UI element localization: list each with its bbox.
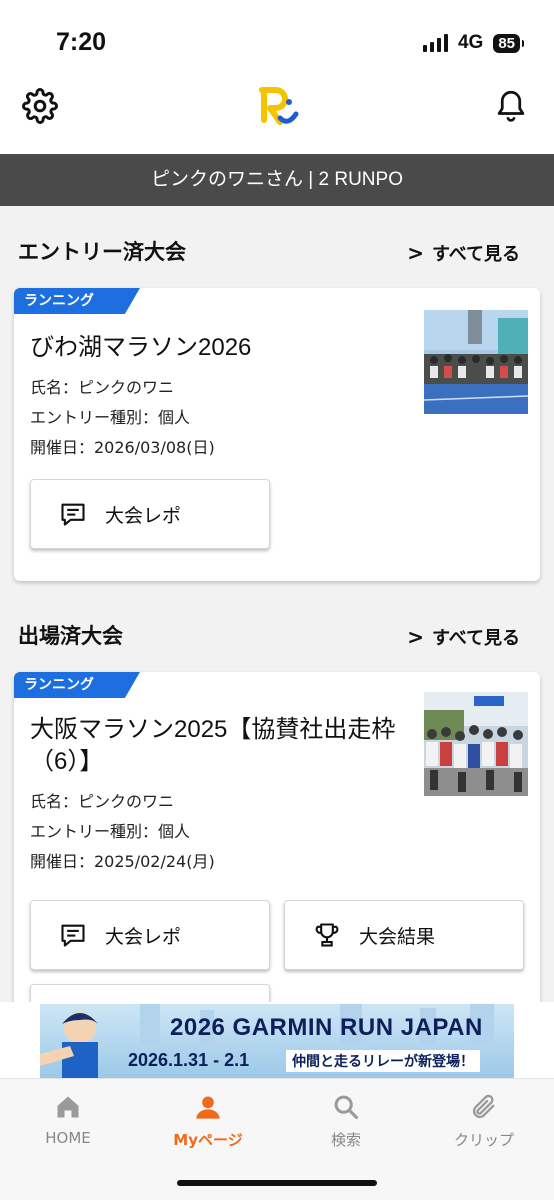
ad-banner-image[interactable]: 2026 GARMIN RUN JAPAN 2026.1.31 - 2.1 仲間… <box>40 1004 514 1078</box>
entry-event-card[interactable]: ランニング びわ湖マラソン2026 氏名：ピンクのワニ エントリー種別：個人 開… <box>14 288 540 581</box>
entry-type: エントリー種別：個人 <box>30 408 191 427</box>
status-indicators: 4G 85 <box>422 32 524 54</box>
section-title-participated: 出場済大会 <box>18 624 123 648</box>
runpo-logo-icon[interactable] <box>256 86 300 128</box>
battery-icon: 85 <box>493 33 524 53</box>
user-info-bar: ピンクのワニさん | 2 RUNPO <box>0 154 554 206</box>
event-report-button[interactable]: 大会レポ <box>30 479 270 549</box>
participated-event-card[interactable]: ランニング 大阪マラソン2025【協賛社出走枠 （6）】 氏名：ピンクのワニ エ… <box>14 672 540 1032</box>
category-tag: ランニング <box>14 672 140 698</box>
tab-mypage[interactable]: Myページ <box>148 1093 268 1150</box>
bell-icon[interactable] <box>496 88 526 124</box>
trophy-icon <box>315 923 339 947</box>
tab-label: 検索 <box>330 1131 361 1149</box>
person-icon <box>196 1096 220 1119</box>
status-time: 7:20 <box>56 28 107 56</box>
entry-type: エントリー種別：個人 <box>30 822 191 841</box>
paperclip-icon <box>472 1094 495 1119</box>
event-photo <box>424 310 528 414</box>
tab-clip[interactable]: クリップ <box>424 1093 544 1150</box>
event-title-line2: （6）】 <box>30 748 104 775</box>
tab-search[interactable]: 検索 <box>286 1093 406 1150</box>
event-report-button[interactable]: 大会レポ <box>30 900 270 970</box>
see-all-label: すべて見る <box>431 628 520 649</box>
see-all-label: すべて見る <box>431 244 520 265</box>
event-title-line1: 大阪マラソン2025【協賛社出走枠 <box>30 716 396 743</box>
ad-banner-title: 2026 GARMIN RUN JAPAN <box>170 1014 483 1041</box>
see-all-participated-link[interactable]: > すべて見る <box>407 624 520 650</box>
gear-icon[interactable] <box>22 88 58 124</box>
event-date: 開催日：2025/02/24(月) <box>30 852 215 871</box>
event-date: 開催日：2026/03/08(日) <box>30 438 215 457</box>
status-bar: 7:20 4G 85 <box>0 0 554 78</box>
event-report-label: 大会レポ <box>105 504 182 527</box>
tab-label: Myページ <box>173 1131 243 1149</box>
comment-icon <box>61 924 85 947</box>
ad-banner[interactable]: 2026 GARMIN RUN JAPAN 2026.1.31 - 2.1 仲間… <box>0 1002 554 1078</box>
search-icon <box>334 1095 359 1120</box>
tab-label: クリップ <box>453 1131 514 1149</box>
event-result-label: 大会結果 <box>359 925 436 948</box>
app-header <box>0 78 554 154</box>
event-report-label: 大会レポ <box>105 925 182 948</box>
participant-name: 氏名：ピンクのワニ <box>30 378 175 397</box>
home-indicator <box>177 1180 377 1186</box>
chevron-right-icon: > <box>407 241 424 265</box>
tab-home[interactable]: HOME <box>8 1093 128 1147</box>
ad-banner-dates: 2026.1.31 - 2.1 <box>128 1050 250 1070</box>
event-result-button[interactable]: 大会結果 <box>284 900 524 970</box>
chevron-right-icon: > <box>407 625 424 649</box>
section-title-entry: エントリー済大会 <box>18 240 186 264</box>
see-all-entry-link[interactable]: > すべて見る <box>407 240 520 266</box>
event-photo <box>424 692 528 796</box>
signal-icon <box>422 34 448 52</box>
category-tag: ランニング <box>14 288 140 314</box>
ad-banner-note: 仲間と走るリレーが新登場！ <box>286 1050 480 1072</box>
network-type: 4G <box>457 32 484 53</box>
tab-label: HOME <box>45 1129 91 1147</box>
comment-icon <box>61 503 85 526</box>
home-icon <box>57 1096 79 1118</box>
event-title: びわ湖マラソン2026 <box>30 334 252 361</box>
participant-name: 氏名：ピンクのワニ <box>30 792 175 811</box>
